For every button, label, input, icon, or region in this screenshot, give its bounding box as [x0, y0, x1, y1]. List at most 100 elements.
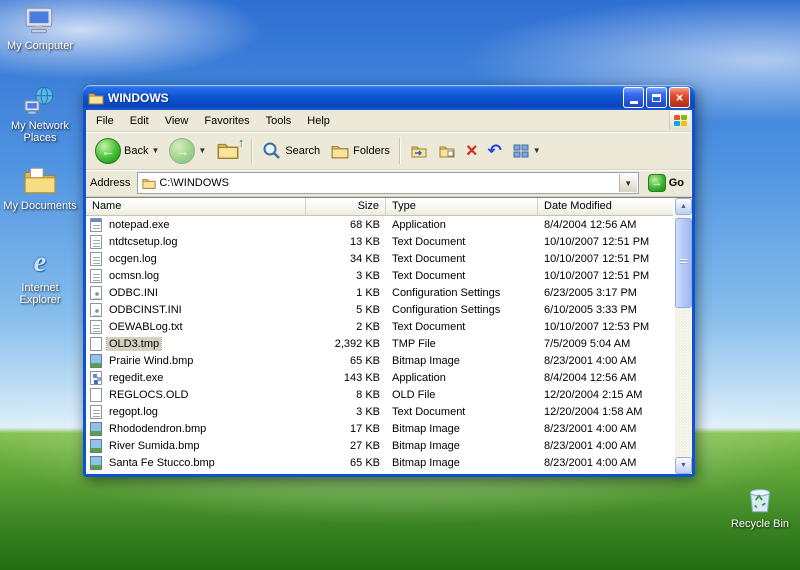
file-date-modified: 12/20/2004 1:58 AM [538, 406, 675, 418]
file-date-modified: 7/5/2009 5:04 AM [538, 338, 675, 350]
explorer-window: WINDOWS × File Edit View Favorites Tools… [83, 85, 695, 477]
column-header-type[interactable]: Type [386, 198, 538, 216]
file-icon [90, 269, 102, 283]
file-name: OLD3.tmp [107, 337, 161, 351]
file-row[interactable]: ntdtcsetup.log 13 KB Text Document 10/10… [86, 233, 675, 250]
file-size: 143 KB [306, 372, 386, 384]
menu-edit[interactable]: Edit [122, 112, 157, 130]
menu-tools[interactable]: Tools [258, 112, 300, 130]
menu-file[interactable]: File [88, 112, 122, 130]
file-size: 17 KB [306, 423, 386, 435]
file-row[interactable]: Rhododendron.bmp 17 KB Bitmap Image 8/23… [86, 420, 675, 437]
column-header-name[interactable]: Name [86, 198, 306, 216]
desktop-icon-my-network-places[interactable]: My Network Places [2, 84, 78, 144]
file-type: Text Document [386, 270, 538, 282]
menu-help[interactable]: Help [299, 112, 338, 130]
file-icon [90, 252, 102, 266]
file-rows: notepad.exe 68 KB Application 8/4/2004 1… [86, 216, 675, 474]
file-type: Text Document [386, 236, 538, 248]
file-date-modified: 10/10/2007 12:51 PM [538, 253, 675, 265]
back-icon: ← [95, 138, 121, 164]
address-label: Address [90, 177, 132, 189]
column-header-size[interactable]: Size [306, 198, 386, 216]
file-type: Text Document [386, 406, 538, 418]
address-input[interactable] [159, 175, 618, 191]
file-size: 3 KB [306, 406, 386, 418]
folder-icon [88, 90, 104, 106]
forward-button[interactable]: → ▼ [164, 136, 211, 166]
up-button[interactable]: ↑ [211, 137, 247, 165]
back-button[interactable]: ← Back ▼ [90, 136, 164, 166]
search-button[interactable]: Search [257, 139, 325, 163]
file-size: 27 KB [306, 440, 386, 452]
views-icon [512, 143, 530, 159]
scroll-up-button[interactable]: ▲ [675, 198, 692, 215]
chevron-down-icon: ▼ [198, 146, 206, 155]
go-button[interactable]: → Go [644, 174, 688, 192]
desktop-icon-my-documents[interactable]: My Documents [2, 164, 78, 212]
file-row[interactable]: Prairie Wind.bmp 65 KB Bitmap Image 8/23… [86, 352, 675, 369]
copy-to-button[interactable] [433, 141, 461, 161]
undo-button[interactable]: ↶ [483, 140, 507, 162]
file-size: 2 KB [306, 321, 386, 333]
views-button[interactable]: ▼ [507, 141, 546, 161]
file-row[interactable]: River Sumida.bmp 27 KB Bitmap Image 8/23… [86, 437, 675, 454]
folders-button[interactable]: Folders [325, 140, 395, 162]
folder-icon [142, 176, 156, 190]
file-date-modified: 6/10/2005 3:33 PM [538, 304, 675, 316]
column-headers: Name Size Type Date Modified [86, 198, 673, 216]
titlebar[interactable]: WINDOWS × [83, 85, 695, 110]
file-row[interactable]: OLD3.tmp 2,392 KB TMP File 7/5/2009 5:04… [86, 335, 675, 352]
chevron-down-icon: ▼ [533, 146, 541, 155]
desktop-icon-recycle-bin[interactable]: Recycle Bin [722, 482, 798, 530]
file-type: Text Document [386, 321, 538, 333]
search-icon [262, 141, 282, 161]
file-type: Configuration Settings [386, 287, 538, 299]
maximize-button[interactable] [646, 87, 667, 108]
file-row[interactable]: ODBCINST.INI 5 KB Configuration Settings… [86, 301, 675, 318]
menu-view[interactable]: View [157, 112, 197, 130]
desktop-icon-label: My Documents [3, 200, 76, 212]
file-name: ntdtcsetup.log [107, 235, 180, 249]
file-row[interactable]: ODBC.INI 1 KB Configuration Settings 6/2… [86, 284, 675, 301]
file-icon [90, 286, 102, 300]
file-icon [90, 422, 102, 436]
file-name: Rhododendron.bmp [107, 422, 208, 436]
desktop-icon-label: My Computer [7, 40, 73, 52]
file-row[interactable]: ocmsn.log 3 KB Text Document 10/10/2007 … [86, 267, 675, 284]
file-type: Bitmap Image [386, 355, 538, 367]
file-size: 2,392 KB [306, 338, 386, 350]
file-row[interactable]: notepad.exe 68 KB Application 8/4/2004 1… [86, 216, 675, 233]
copy-to-icon [438, 143, 456, 159]
vertical-scrollbar[interactable]: ▲ ▼ [675, 198, 692, 474]
my-computer-icon [23, 4, 57, 38]
folders-icon [330, 142, 350, 160]
file-type: Bitmap Image [386, 440, 538, 452]
close-button[interactable]: × [669, 87, 690, 108]
file-row[interactable]: OEWABLog.txt 2 KB Text Document 10/10/20… [86, 318, 675, 335]
file-row[interactable]: regedit.exe 143 KB Application 8/4/2004 … [86, 369, 675, 386]
file-name: regedit.exe [107, 371, 165, 385]
file-row[interactable]: regopt.log 3 KB Text Document 12/20/2004… [86, 403, 675, 420]
minimize-button[interactable] [623, 87, 644, 108]
column-header-date-modified[interactable]: Date Modified [538, 198, 673, 216]
scroll-thumb[interactable] [675, 218, 692, 308]
scroll-down-button[interactable]: ▼ [675, 457, 692, 474]
file-size: 13 KB [306, 236, 386, 248]
file-type: Application [386, 219, 538, 231]
file-date-modified: 10/10/2007 12:53 PM [538, 321, 675, 333]
file-row[interactable]: ocgen.log 34 KB Text Document 10/10/2007… [86, 250, 675, 267]
desktop-icon-label: Internet Explorer [2, 282, 78, 306]
toolbar-separator [251, 138, 253, 164]
file-icon [90, 218, 102, 232]
file-row[interactable]: REGLOCS.OLD 8 KB OLD File 12/20/2004 2:1… [86, 386, 675, 403]
file-row[interactable]: Santa Fe Stucco.bmp 65 KB Bitmap Image 8… [86, 454, 675, 471]
windows-logo [669, 111, 690, 130]
menu-favorites[interactable]: Favorites [196, 112, 257, 130]
desktop-icon-my-computer[interactable]: My Computer [2, 4, 78, 52]
file-icon [90, 320, 102, 334]
desktop-icon-internet-explorer[interactable]: e Internet Explorer [2, 246, 78, 306]
delete-button[interactable]: × [461, 139, 483, 163]
move-to-button[interactable] [405, 141, 433, 161]
address-dropdown-button[interactable]: ▼ [619, 174, 637, 192]
